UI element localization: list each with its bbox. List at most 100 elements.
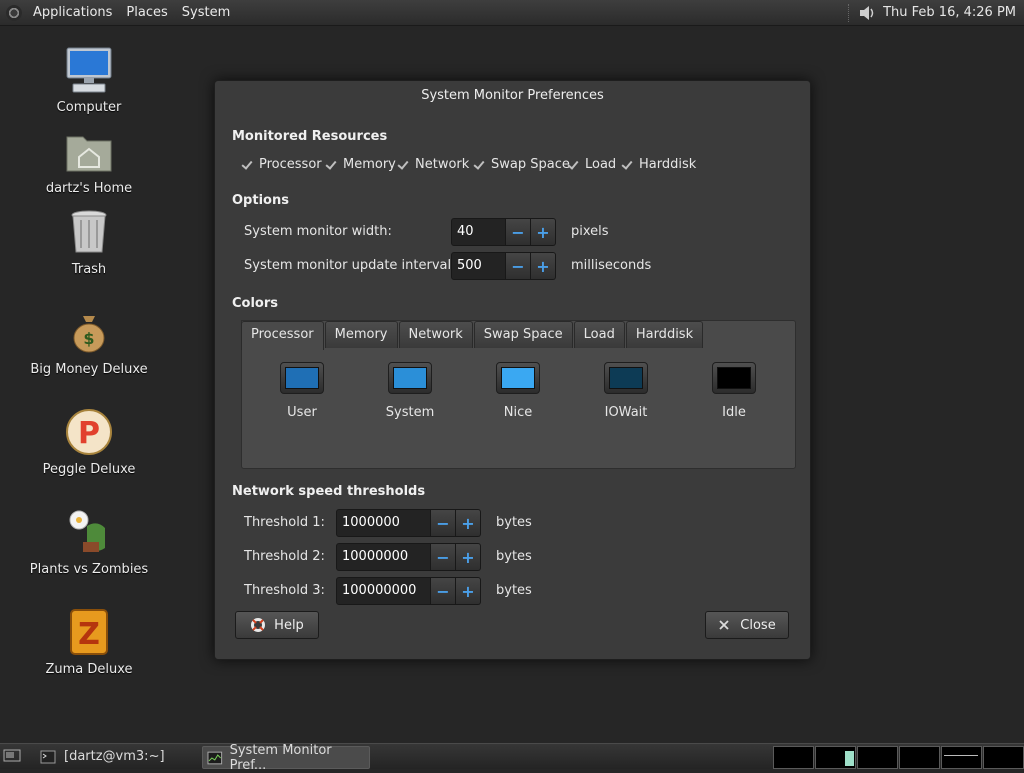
increment-icon[interactable]: + (531, 252, 556, 280)
increment-icon[interactable]: + (531, 218, 556, 246)
show-desktop-icon[interactable] (3, 748, 21, 764)
task-label: [dartz@vm3:~] (64, 749, 165, 764)
threshold-1-field[interactable]: 1000000 (336, 509, 431, 537)
decrement-icon[interactable]: − (431, 577, 456, 605)
checkbox-harddisk[interactable]: Harddisk (621, 157, 696, 172)
task-terminal[interactable]: [dartz@vm3:~] (36, 746, 196, 767)
width-field[interactable]: 40 (451, 218, 506, 246)
interval-field[interactable]: 500 (451, 252, 506, 280)
desktop-icon-label: Computer (56, 100, 122, 115)
checkbox-memory[interactable]: Memory (325, 157, 396, 172)
tab-harddisk[interactable]: Harddisk (625, 321, 704, 348)
help-button[interactable]: Help (235, 611, 319, 639)
checkbox-processor[interactable]: Processor (241, 157, 322, 172)
decrement-icon[interactable]: − (506, 252, 531, 280)
color-swatch (501, 367, 535, 389)
desktop-icon-zuma[interactable]: Z Zuma Deluxe (24, 608, 154, 677)
terminal-icon (40, 750, 56, 763)
desktop-icon-label: Big Money Deluxe (30, 362, 148, 377)
zuma-icon: Z (65, 608, 113, 656)
workspace-5[interactable] (941, 746, 982, 769)
increment-icon[interactable]: + (456, 509, 481, 537)
color-swatch (393, 367, 427, 389)
color-button-idle[interactable] (712, 362, 756, 394)
checkbox-label: Harddisk (639, 157, 697, 172)
threshold-2-field[interactable]: 10000000 (336, 543, 431, 571)
color-label: Idle (722, 405, 746, 420)
increment-icon[interactable]: + (456, 577, 481, 605)
close-label: Close (740, 617, 776, 633)
tab-swap-space[interactable]: Swap Space (473, 321, 573, 348)
panel-separator (848, 3, 851, 22)
options-heading: Options (232, 193, 289, 208)
task-label: System Monitor Pref... (229, 742, 332, 773)
network-thresholds-heading: Network speed thresholds (232, 484, 426, 499)
svg-text:P: P (78, 416, 100, 451)
checkmark-icon (325, 159, 337, 171)
threshold-3-field[interactable]: 100000000 (336, 577, 431, 605)
color-button-iowait[interactable] (604, 362, 648, 394)
desktop-icon-label: Zuma Deluxe (45, 662, 133, 677)
decrement-icon[interactable]: − (431, 543, 456, 571)
desktop-icon-home[interactable]: dartz's Home (24, 127, 154, 196)
desktop-icon-label: Peggle Deluxe (42, 462, 136, 477)
decrement-icon[interactable]: − (431, 509, 456, 537)
threshold-2-spinbox: 10000000 − + (336, 543, 481, 571)
svg-text:$: $ (83, 329, 94, 348)
checkmark-icon (241, 159, 253, 171)
tab-processor[interactable]: Processor (241, 321, 324, 350)
checkmark-icon (473, 159, 485, 171)
volume-icon[interactable] (857, 3, 877, 23)
interval-unit: milliseconds (571, 258, 652, 273)
tab-memory[interactable]: Memory (324, 321, 398, 348)
menu-places[interactable]: Places (119, 0, 174, 25)
top-panel: Applications Places System Thu Feb 16, 4… (0, 0, 1024, 26)
computer-icon (65, 46, 113, 94)
width-label: System monitor width: (244, 224, 392, 239)
checkmark-icon (567, 159, 579, 171)
workspace-window-thumbnail (845, 751, 854, 766)
menu-system[interactable]: System (175, 0, 237, 25)
color-swatch (285, 367, 319, 389)
workspace-4[interactable] (899, 746, 940, 769)
increment-icon[interactable]: + (456, 543, 481, 571)
checkbox-swap-space[interactable]: Swap Space (473, 157, 570, 172)
desktop-icon-peggle[interactable]: P Peggle Deluxe (24, 408, 154, 477)
menu-applications[interactable]: Applications (26, 0, 119, 25)
help-label: Help (274, 617, 304, 633)
color-user: User (262, 362, 342, 420)
color-button-system[interactable] (388, 362, 432, 394)
system-monitor-icon (207, 751, 223, 764)
workspace-window-thumbnail (944, 755, 978, 756)
threshold-2-unit: bytes (496, 549, 532, 564)
color-button-user[interactable] (280, 362, 324, 394)
color-button-nice[interactable] (496, 362, 540, 394)
tab-load[interactable]: Load (573, 321, 625, 348)
main-menu-logo-icon[interactable] (6, 4, 22, 21)
checkbox-label: Processor (259, 157, 322, 172)
help-icon (251, 618, 266, 632)
desktop-icon-label: Trash (71, 262, 107, 277)
desktop-icon-label: dartz's Home (45, 181, 133, 196)
interval-spinbox: 500 − + (451, 252, 556, 280)
workspace-2[interactable] (815, 746, 856, 769)
home-folder-icon (65, 127, 113, 175)
decrement-icon[interactable]: − (506, 218, 531, 246)
monitored-resources-heading: Monitored Resources (232, 129, 388, 144)
desktop-icon-trash[interactable]: Trash (24, 208, 154, 277)
desktop-icon-big-money[interactable]: $ Big Money Deluxe (24, 308, 154, 377)
tab-network[interactable]: Network (398, 321, 473, 348)
desktop-icon-plants-vs-zombies[interactable]: Plants vs Zombies (24, 508, 154, 577)
checkbox-load[interactable]: Load (567, 157, 616, 172)
workspace-3[interactable] (857, 746, 898, 769)
desktop-icon-computer[interactable]: Computer (24, 46, 154, 115)
checkbox-network[interactable]: Network (397, 157, 469, 172)
checkmark-icon (397, 159, 409, 171)
task-system-monitor-prefs[interactable]: System Monitor Pref... (202, 743, 370, 773)
workspace-1[interactable] (773, 746, 814, 769)
close-button[interactable]: Close (705, 611, 789, 639)
clock[interactable]: Thu Feb 16, 4:26 PM (877, 5, 1024, 20)
workspace-6[interactable] (983, 746, 1024, 769)
color-iowait: IOWait (586, 362, 666, 420)
checkbox-label: Memory (343, 157, 396, 172)
